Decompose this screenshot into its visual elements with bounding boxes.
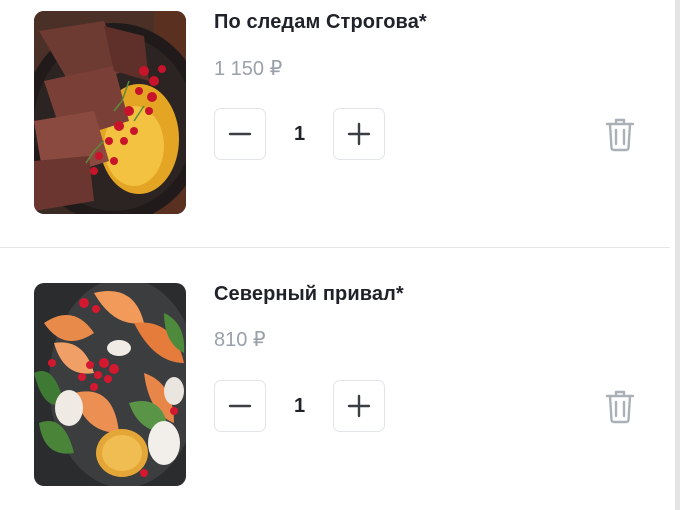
increase-quantity-button[interactable] (333, 380, 385, 432)
dish-photo (34, 283, 186, 486)
trash-icon (605, 390, 635, 424)
scrollbar[interactable] (675, 0, 680, 510)
plus-icon (347, 394, 371, 418)
dish-name: Северный привал* (214, 283, 404, 305)
item-divider (0, 247, 670, 248)
minus-icon (228, 404, 252, 408)
decrease-quantity-button[interactable] (214, 380, 266, 432)
quantity-value: 1 (293, 395, 306, 417)
cart-page: По следам Строгова* 1 150 ₽ 1 Северный п… (0, 0, 680, 510)
delete-item-button[interactable] (603, 389, 637, 425)
cart-item: Северный привал* 810 ₽ 1 (0, 0, 670, 486)
dish-price: 810 ₽ (214, 329, 266, 351)
